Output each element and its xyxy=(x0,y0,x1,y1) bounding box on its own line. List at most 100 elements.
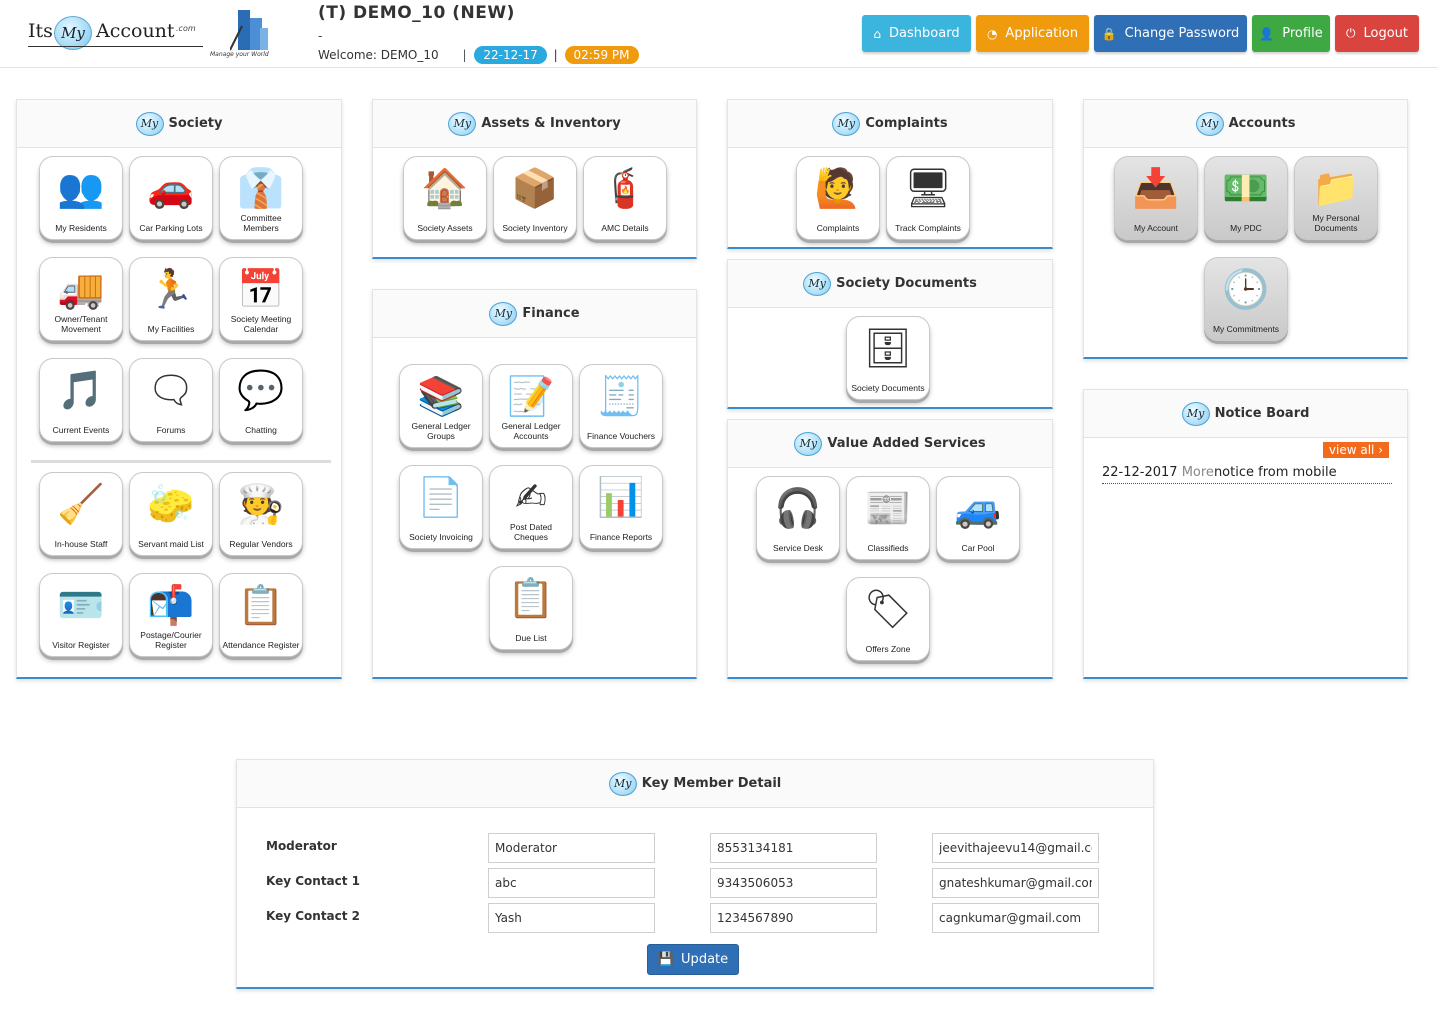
tile-car-pool[interactable]: 🚙 Car Pool xyxy=(936,476,1020,560)
key-contact-1-label: Key Contact 1 xyxy=(266,874,361,888)
logo-my-badge: My xyxy=(54,16,92,50)
chat-bubble-icon: 💬 xyxy=(237,368,285,412)
site-logo[interactable]: Its My Account .com Manage your World xyxy=(24,6,274,62)
tile-finance-vouchers[interactable]: 🧾 Finance Vouchers xyxy=(579,364,663,448)
binders-icon: 📚 xyxy=(417,374,465,418)
track-icon: 🖥 xyxy=(903,166,953,210)
tile-society-inventory[interactable]: 📦 Society Inventory xyxy=(493,156,577,240)
page-subtitle: - xyxy=(318,29,323,43)
tile-in-house-staff[interactable]: 🧹 In-house Staff xyxy=(39,472,123,556)
tile-label: Complaints xyxy=(816,223,860,233)
tile-attendance-register[interactable]: 📋 Attendance Register xyxy=(219,573,303,657)
moving-truck-icon: 🚚 xyxy=(57,267,105,311)
tile-label: Current Events xyxy=(52,425,110,435)
lock-icon: 🔒 xyxy=(1101,26,1117,41)
tile-general-ledger-groups[interactable]: 📚 General Ledger Groups xyxy=(399,364,483,448)
tile-track-complaints[interactable]: 🖥 Track Complaints xyxy=(886,156,970,240)
tile-general-ledger-accounts[interactable]: 📝 General Ledger Accounts xyxy=(489,364,573,448)
key-contact-1-name-field[interactable] xyxy=(488,868,655,898)
panel-header: My Society xyxy=(17,100,341,148)
car-icon: 🚗 xyxy=(147,166,195,210)
tile-postage-courier-register[interactable]: 📬 Postage/Courier Register xyxy=(129,573,213,657)
tile-label: Offers Zone xyxy=(865,644,911,654)
clipboard-icon: 📋 xyxy=(507,576,555,620)
tile-label: Regular Vendors xyxy=(229,539,293,549)
key-contact-2-name-field[interactable] xyxy=(488,903,655,933)
my-badge-icon: My xyxy=(1181,401,1210,426)
tile-label: Car Parking Lots xyxy=(139,223,203,233)
notice-more-link[interactable]: More xyxy=(1182,465,1214,480)
society-title-block: (T) DEMO_10 (NEW) - xyxy=(318,3,515,43)
tile-committee-members[interactable]: 👔 Committee Members xyxy=(219,156,303,240)
vendor-icon: 🧑‍🍳 xyxy=(237,482,285,526)
change-password-button[interactable]: 🔒 Change Password xyxy=(1094,15,1247,52)
tile-amc-details[interactable]: 🧯 AMC Details xyxy=(583,156,667,240)
panel-title: Key Member Detail xyxy=(641,776,782,791)
tile-society-meeting-calendar[interactable]: 📅 Society Meeting Calendar xyxy=(219,257,303,341)
tile-label: Post Dated Cheques xyxy=(509,522,553,542)
tile-my-residents[interactable]: 👥 My Residents xyxy=(39,156,123,240)
offers-icon: 🏷 xyxy=(863,587,913,631)
tile-current-events[interactable]: 🎵 Current Events xyxy=(39,358,123,442)
profile-button[interactable]: 👤 Profile xyxy=(1252,15,1330,52)
invoice-icon: 📄 xyxy=(417,475,465,519)
tile-offers-zone[interactable]: 🏷 Offers Zone xyxy=(846,577,930,661)
accounts-panel: My Accounts 📥 My Account 💵 My PDC 📁 My Person… xyxy=(1083,99,1408,359)
key-contact-1-phone-field[interactable] xyxy=(710,868,877,898)
application-button[interactable]: ◔ Application xyxy=(976,15,1089,52)
committee-icon: 👔 xyxy=(237,166,285,210)
tile-label: Track Complaints xyxy=(895,223,961,233)
tile-label: My Residents xyxy=(55,223,107,233)
tile-visitor-register[interactable]: 🪪 Visitor Register xyxy=(39,573,123,657)
tile-label: Society Assets xyxy=(417,223,473,233)
tile-my-facilities[interactable]: 🏃 My Facilities xyxy=(129,257,213,341)
tile-my-pdc[interactable]: 💵 My PDC xyxy=(1204,156,1288,240)
top-header: Its My Account .com Manage your World (T… xyxy=(0,0,1438,68)
tile-post-dated-cheques[interactable]: ✍ Post Dated Cheques xyxy=(489,465,573,549)
tile-servant-maid-list[interactable]: 🧽 Servant maid List xyxy=(129,472,213,556)
tile-society-invoicing[interactable]: 📄 Society Invoicing xyxy=(399,465,483,549)
tile-forums[interactable]: 🗨 Forums xyxy=(129,358,213,442)
tile-chatting[interactable]: 💬 Chatting xyxy=(219,358,303,442)
key-contact-2-label: Key Contact 2 xyxy=(266,909,361,923)
tile-label: General Ledger Groups xyxy=(411,421,471,441)
tile-label: Car Pool xyxy=(961,543,995,553)
moderator-label: Moderator xyxy=(266,839,337,853)
tile-label: General Ledger Accounts xyxy=(501,421,561,441)
key-contact-2-phone-field[interactable] xyxy=(710,903,877,933)
tile-society-assets[interactable]: 🏠 Society Assets xyxy=(403,156,487,240)
value-added-services-panel: My Value Added Services 🎧 Service Desk 📰 Cl… xyxy=(727,419,1053,679)
logout-button[interactable]: ⏻ Logout xyxy=(1335,15,1419,52)
moderator-email-field[interactable] xyxy=(932,833,1099,863)
tile-society-documents[interactable]: 🗄 Society Documents xyxy=(846,316,930,400)
tile-finance-reports[interactable]: 📊 Finance Reports xyxy=(579,465,663,549)
tile-label: My Facilities xyxy=(147,324,195,334)
account-icon: 📥 xyxy=(1132,166,1180,210)
tile-classifieds[interactable]: 📰 Classifieds xyxy=(846,476,930,560)
tile-my-commitments[interactable]: 🕒 My Commitments xyxy=(1204,257,1288,341)
my-badge-icon: My xyxy=(489,301,518,326)
key-contact-2-email-field[interactable] xyxy=(932,903,1099,933)
tile-service-desk[interactable]: 🎧 Service Desk xyxy=(756,476,840,560)
logo-com-text: .com xyxy=(176,24,196,33)
tile-my-personal-documents[interactable]: 📁 My Personal Documents xyxy=(1294,156,1378,240)
view-all-link[interactable]: view all › xyxy=(1322,442,1389,458)
tile-regular-vendors[interactable]: 🧑‍🍳 Regular Vendors xyxy=(219,472,303,556)
tile-label: Postage/Courier Register xyxy=(140,630,202,650)
dashboard-button[interactable]: ⌂ Dashboard xyxy=(862,15,971,52)
notice-item[interactable]: 22-12-2017 Morenotice from mobile xyxy=(1102,465,1392,484)
forums-icon: 🗨 xyxy=(146,368,196,412)
tile-due-list[interactable]: 📋 Due List xyxy=(489,566,573,650)
tile-complaints[interactable]: 🙋 Complaints xyxy=(796,156,880,240)
tile-car-parking-lots[interactable]: 🚗 Car Parking Lots xyxy=(129,156,213,240)
moderator-name-field[interactable] xyxy=(488,833,655,863)
logo-tagline: Manage your World xyxy=(210,51,269,58)
moderator-phone-field[interactable] xyxy=(710,833,877,863)
tile-my-account[interactable]: 📥 My Account xyxy=(1114,156,1198,240)
pdc-icon: 💵 xyxy=(1222,166,1270,210)
tile-label: Visitor Register xyxy=(52,640,110,650)
panel-header: My Key Member Detail xyxy=(237,760,1153,808)
tile-owner-tenant-movement[interactable]: 🚚 Owner/Tenant Movement xyxy=(39,257,123,341)
key-contact-1-email-field[interactable] xyxy=(932,868,1099,898)
update-button[interactable]: 💾 Update xyxy=(647,944,739,975)
